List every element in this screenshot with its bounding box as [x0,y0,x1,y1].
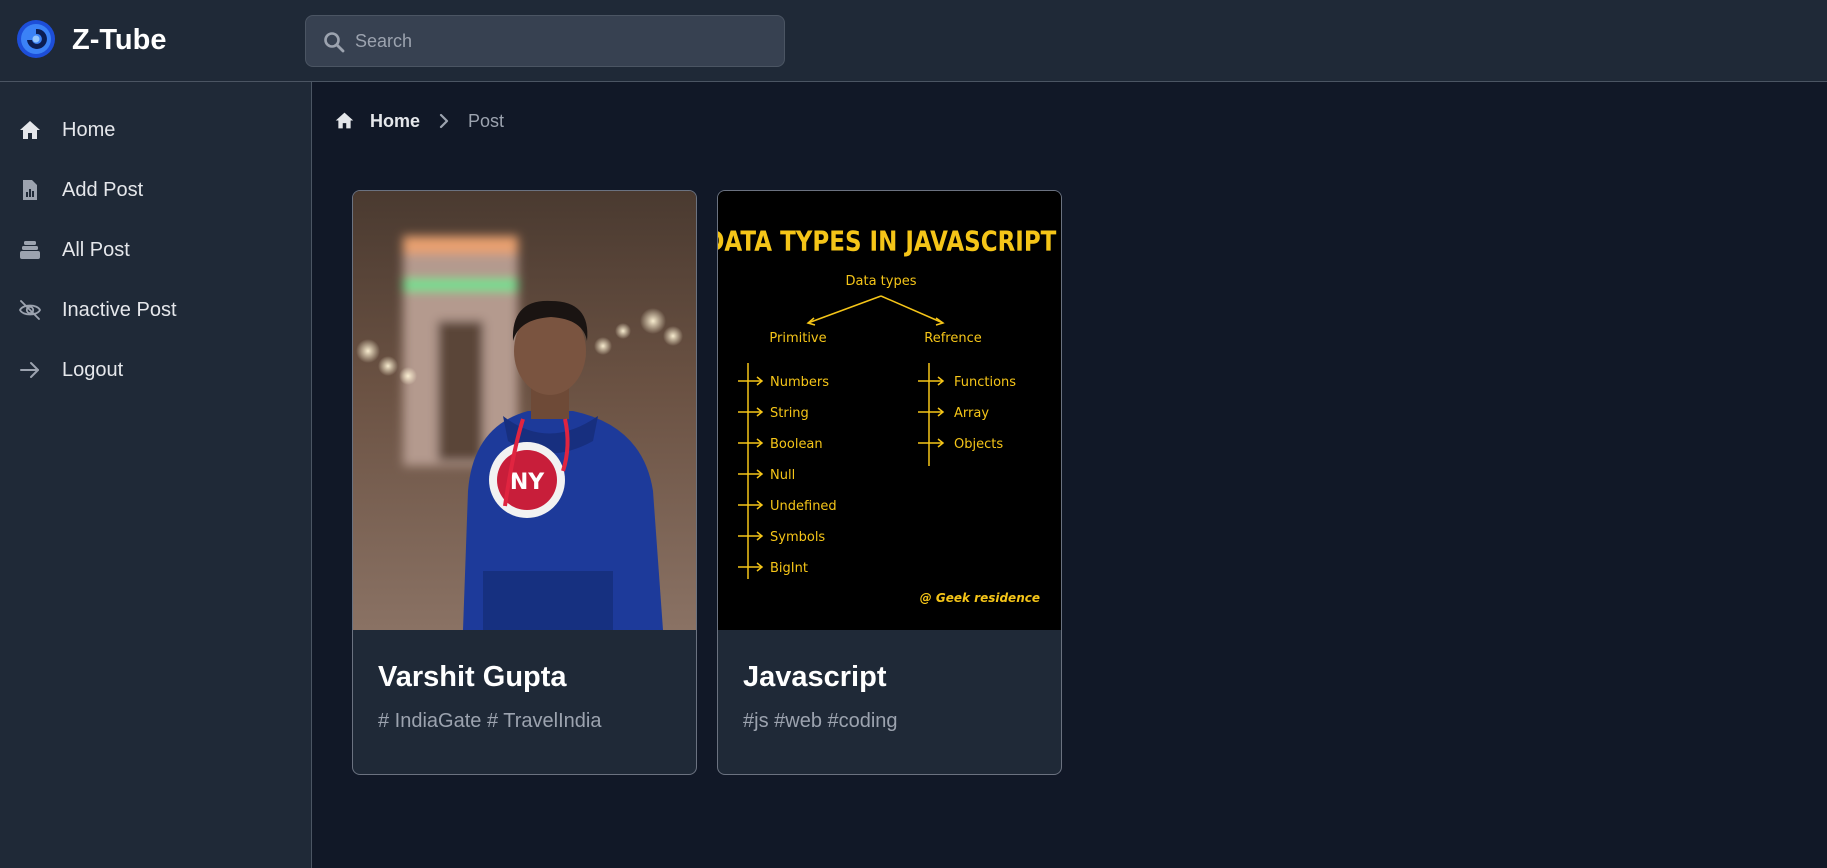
arrow-right-icon [20,362,39,378]
primitive-type-label: Null [770,468,795,483]
chevron-right-icon [439,113,449,129]
stack-icon [20,241,40,259]
breadcrumb-current: Post [468,111,505,131]
svg-text:NY: NY [510,470,545,495]
sidebar-item-label: All Post [62,239,130,261]
breadcrumb-home-link[interactable]: Home [370,110,420,132]
post-title: Varshit Gupta [378,661,567,693]
sidebar-item-label: Inactive Post [62,299,177,321]
post-title: Javascript [743,661,887,693]
sidebar-item-label: Home [62,119,116,141]
diagram-reference-label: Refrence [924,331,981,346]
diagram-credit: @ Geek residence [920,591,1040,605]
primitive-type-label: Symbols [770,530,825,545]
primitive-type-label: BigInt [770,561,808,576]
primitive-type-label: Numbers [770,375,829,390]
reference-type-label: Functions [954,375,1016,390]
document-chart-icon [23,180,37,200]
sidebar-item-home[interactable]: Home [0,104,311,156]
portrait-photo: NY [353,191,696,630]
sidebar-item-add-post[interactable]: Add Post [0,164,311,216]
diagram-primitive-label: Primitive [769,331,826,346]
sidebar-item-inactive-post[interactable]: Inactive Post [0,284,311,336]
diagram-root: Data types [846,274,917,289]
reference-type-label: Array [954,406,989,421]
post-tags: # IndiaGate # TravelIndia [378,710,602,732]
sidebar-item-label: Add Post [62,179,144,201]
sidebar-item-all-post[interactable]: All Post [0,224,311,276]
diagram-heading: DATA TYPES IN JAVASCRIPT [718,225,1057,258]
eye-slash-icon [18,300,42,320]
top-bar: Z-Tube [0,0,1827,82]
post-tags: #js #web #coding [743,710,898,732]
z-tube-logo-icon[interactable] [16,19,56,59]
primitive-type-label: Undefined [770,499,837,514]
app-brand[interactable]: Z-Tube [72,20,167,60]
post-card[interactable]: DATA TYPES IN JAVASCRIPT Data types Prim… [717,190,1062,775]
sidebar-item-logout[interactable]: Logout [0,344,311,396]
post-image: NY [353,191,696,630]
post-card[interactable]: NY Varshit Gupta # IndiaGate # TravelInd… [352,190,697,775]
search-input[interactable] [355,16,775,66]
primitive-type-label: Boolean [770,437,823,452]
home-icon [20,121,40,139]
search-icon [324,32,345,53]
home-icon[interactable] [334,110,355,131]
post-image: DATA TYPES IN JAVASCRIPT Data types Prim… [718,191,1061,630]
sidebar: Home Add Post All Post Inactive Post Log… [0,82,312,868]
search-box[interactable] [305,15,785,67]
reference-type-label: Objects [954,437,1003,452]
sidebar-item-label: Logout [62,359,124,381]
javascript-data-types-diagram: DATA TYPES IN JAVASCRIPT Data types Prim… [718,225,1057,605]
primitive-type-label: String [770,406,809,421]
